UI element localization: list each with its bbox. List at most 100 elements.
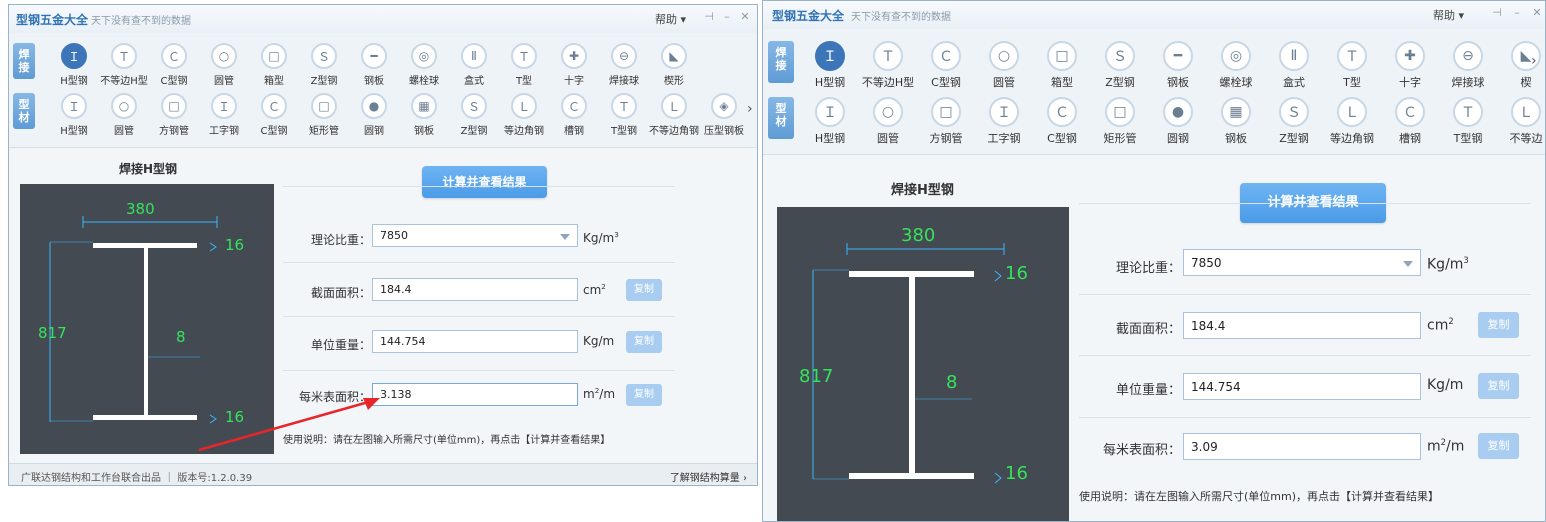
- density-select[interactable]: 7850: [1183, 249, 1421, 276]
- shape-icon-profile-1[interactable]: ○: [111, 93, 137, 119]
- copy-surface-button[interactable]: 复制: [1478, 433, 1519, 459]
- category-profile[interactable]: 型 材: [13, 93, 35, 129]
- dim-height[interactable]: 817: [38, 324, 67, 342]
- shape-label[interactable]: C型钢: [249, 122, 299, 137]
- shape-label[interactable]: 焊接球: [1439, 74, 1497, 90]
- shape-label[interactable]: Z型钢: [1265, 130, 1323, 146]
- dim-width[interactable]: 380: [126, 200, 155, 218]
- shape-label[interactable]: 楔: [1497, 74, 1545, 90]
- shape-label[interactable]: Z型钢: [1091, 74, 1149, 90]
- dim-web[interactable]: 8: [946, 372, 957, 393]
- copy-surface-button[interactable]: 复制: [626, 384, 662, 406]
- shape-label[interactable]: 圆钢: [349, 122, 399, 137]
- shape-icon-weld-3[interactable]: ○: [989, 41, 1019, 71]
- shape-icon-profile-0[interactable]: Ｉ: [815, 97, 845, 127]
- learn-more-link[interactable]: 了解钢结构算量 ›: [670, 469, 747, 484]
- shape-icon-weld-2[interactable]: Ｃ: [931, 41, 961, 71]
- shape-label[interactable]: 钢板: [399, 122, 449, 137]
- shape-icon-weld-11[interactable]: ⊖: [611, 43, 637, 69]
- dim-web[interactable]: 8: [176, 328, 186, 346]
- shape-icon-profile-12[interactable]: Ｌ: [661, 93, 687, 119]
- shape-label[interactable]: 方钢管: [917, 130, 975, 146]
- shape-label[interactable]: 盒式: [449, 72, 499, 87]
- shape-icon-profile-3[interactable]: Ｉ: [989, 97, 1019, 127]
- shape-label[interactable]: 箱型: [249, 72, 299, 87]
- shape-icon-profile-10[interactable]: Ｃ: [561, 93, 587, 119]
- area-field[interactable]: 184.4: [1183, 312, 1421, 339]
- shape-label[interactable]: H型钢: [49, 122, 99, 137]
- category-weld[interactable]: 焊 接: [13, 43, 35, 79]
- shape-label[interactable]: 不等边: [1497, 130, 1545, 146]
- shape-label[interactable]: T型钢: [1439, 130, 1497, 146]
- dim-width[interactable]: 380: [901, 225, 935, 246]
- shape-label[interactable]: 楔形: [649, 72, 699, 87]
- shape-label[interactable]: 钢板: [349, 72, 399, 87]
- surface-field[interactable]: 3.09: [1183, 433, 1421, 460]
- shape-label[interactable]: 圆管: [199, 72, 249, 87]
- surface-field[interactable]: 3.138: [372, 383, 578, 406]
- shape-icon-weld-6[interactable]: ━: [361, 43, 387, 69]
- density-select[interactable]: 7850: [372, 224, 578, 247]
- area-field[interactable]: 184.4: [372, 278, 578, 301]
- category-profile[interactable]: 型 材: [768, 97, 794, 139]
- close-icon[interactable]: ✕: [1529, 5, 1545, 21]
- shape-icon-weld-10[interactable]: ✚: [561, 43, 587, 69]
- shape-label[interactable]: T型钢: [599, 122, 649, 137]
- weight-field[interactable]: 144.754: [372, 330, 578, 353]
- shape-icon-weld-0[interactable]: Ｉ: [815, 41, 845, 71]
- dim-flange-bottom[interactable]: 16: [1005, 463, 1028, 484]
- shape-label[interactable]: C型钢: [917, 74, 975, 90]
- shape-label[interactable]: Z型钢: [449, 122, 499, 137]
- shape-icon-profile-2[interactable]: □: [931, 97, 961, 127]
- shape-icon-weld-8[interactable]: Ⅱ: [461, 43, 487, 69]
- pin-icon[interactable]: ⊣: [1489, 5, 1505, 21]
- shape-icon-weld-7[interactable]: ◎: [1221, 41, 1251, 71]
- shape-icon-weld-10[interactable]: ✚: [1395, 41, 1425, 71]
- shape-icon-profile-11[interactable]: Ｔ: [1453, 97, 1483, 127]
- calculate-button[interactable]: 计算并查看结果: [422, 166, 547, 198]
- shape-label[interactable]: 矩形管: [299, 122, 349, 137]
- copy-area-button[interactable]: 复制: [1478, 312, 1519, 338]
- chevron-right-icon[interactable]: ›: [1531, 53, 1537, 69]
- shape-label[interactable]: 焊接球: [599, 72, 649, 87]
- chevron-right-icon[interactable]: ›: [747, 101, 753, 117]
- shape-label[interactable]: 槽钢: [549, 122, 599, 137]
- shape-icon-weld-5[interactable]: Ｓ: [1105, 41, 1135, 71]
- shape-icon-profile-0[interactable]: Ｉ: [61, 93, 87, 119]
- shape-icon-profile-4[interactable]: Ｃ: [1047, 97, 1077, 127]
- shape-icon-profile-13[interactable]: ◈: [711, 93, 737, 119]
- shape-label[interactable]: 十字: [1381, 74, 1439, 90]
- shape-label[interactable]: 工字钢: [975, 130, 1033, 146]
- shape-icon-weld-7[interactable]: ◎: [411, 43, 437, 69]
- shape-label[interactable]: Z型钢: [299, 72, 349, 87]
- shape-icon-profile-1[interactable]: ○: [873, 97, 903, 127]
- shape-label[interactable]: 压型钢板: [699, 122, 749, 137]
- shape-label[interactable]: 不等边角钢: [649, 122, 699, 137]
- copy-area-button[interactable]: 复制: [626, 279, 662, 301]
- close-icon[interactable]: ✕: [737, 9, 753, 25]
- shape-icon-weld-5[interactable]: Ｓ: [311, 43, 337, 69]
- shape-label[interactable]: 矩形管: [1091, 130, 1149, 146]
- shape-icon-profile-5[interactable]: □: [311, 93, 337, 119]
- shape-icon-profile-3[interactable]: Ｉ: [211, 93, 237, 119]
- shape-icon-weld-0[interactable]: Ｉ: [61, 43, 87, 69]
- shape-icon-weld-1[interactable]: Ｔ: [873, 41, 903, 71]
- copy-weight-button[interactable]: 复制: [626, 331, 662, 353]
- shape-label[interactable]: 不等边H型: [99, 72, 149, 87]
- shape-label[interactable]: 螺栓球: [399, 72, 449, 87]
- shape-icon-profile-8[interactable]: Ｓ: [1279, 97, 1309, 127]
- help-menu[interactable]: 帮助 ▾: [655, 11, 686, 27]
- shape-icon-weld-1[interactable]: Ｔ: [111, 43, 137, 69]
- shape-label[interactable]: H型钢: [49, 72, 99, 87]
- minimize-icon[interactable]: –: [719, 9, 735, 25]
- pin-icon[interactable]: ⊣: [701, 9, 717, 25]
- shape-label[interactable]: 槽钢: [1381, 130, 1439, 146]
- shape-icon-profile-9[interactable]: Ｌ: [1337, 97, 1367, 127]
- shape-icon-profile-10[interactable]: Ｃ: [1395, 97, 1425, 127]
- shape-label[interactable]: 螺栓球: [1207, 74, 1265, 90]
- shape-label[interactable]: 钢板: [1149, 74, 1207, 90]
- dim-height[interactable]: 817: [799, 366, 833, 387]
- shape-label[interactable]: 等边角钢: [1323, 130, 1381, 146]
- shape-icon-profile-6[interactable]: ●: [1163, 97, 1193, 127]
- shape-label[interactable]: 等边角钢: [499, 122, 549, 137]
